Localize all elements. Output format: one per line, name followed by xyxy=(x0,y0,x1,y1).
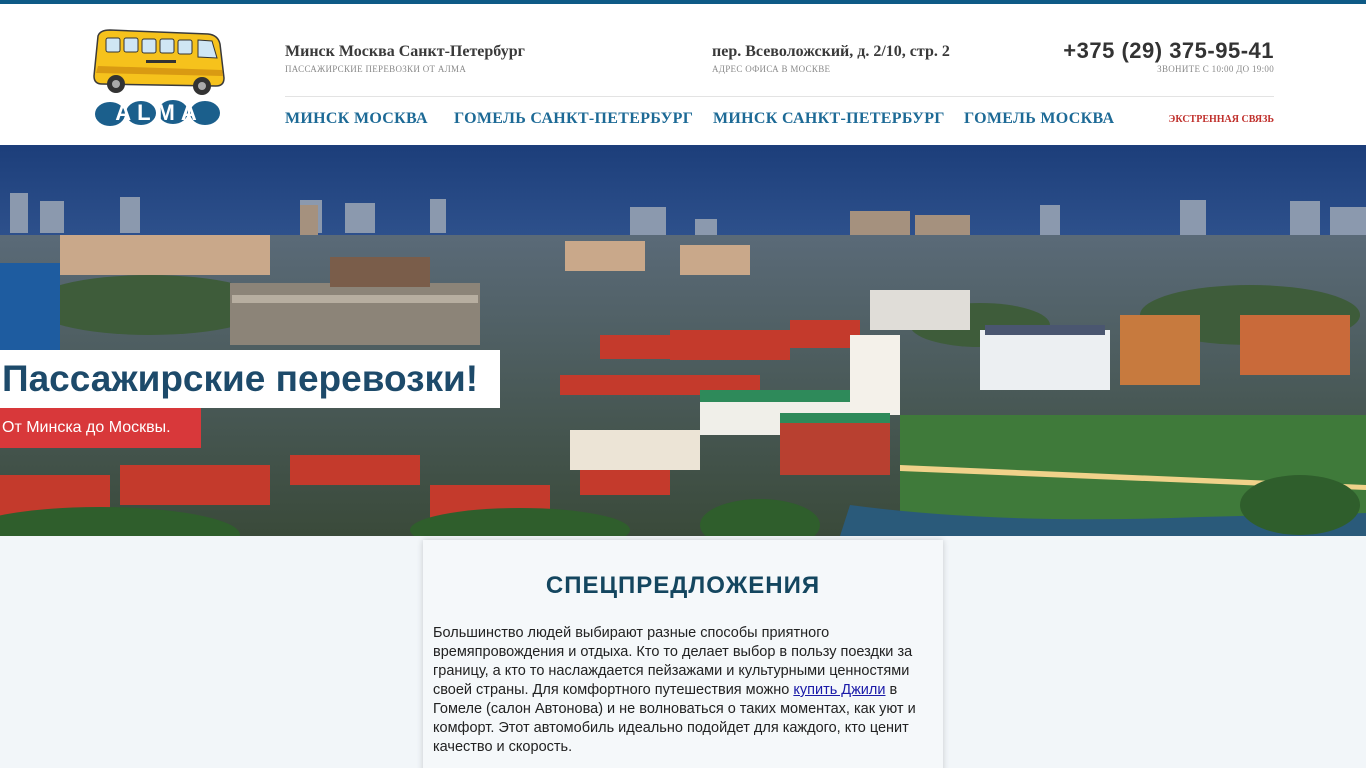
main-nav: МИНСК МОСКВА ГОМЕЛЬ САНКТ-ПЕТЕРБУРГ МИНС… xyxy=(285,110,1274,134)
hero-banner: Пассажирские перевозки! От Минска до Мос… xyxy=(0,145,1366,536)
phone-hours: ЗВОНИТЕ С 10:00 ДО 19:00 xyxy=(1157,64,1274,74)
special-offers-card: СПЕЦПРЕДЛОЖЕНИЯ Большинство людей выбира… xyxy=(423,540,943,768)
routes-info: Минск Москва Санкт-Петербург ПАССАЖИРСКИ… xyxy=(285,43,525,74)
hero-subtitle: От Минска до Москвы. xyxy=(0,408,201,448)
hero-title: Пассажирские перевозки! xyxy=(0,350,501,408)
routes-title: Минск Москва Санкт-Петербург xyxy=(285,43,525,60)
city-panorama-image xyxy=(0,145,1366,536)
nav-item-minsk-moscow[interactable]: МИНСК МОСКВА xyxy=(285,110,428,128)
address-text: пер. Всеволожский, д. 2/10, стр. 2 xyxy=(712,43,950,60)
section-title: СПЕЦПРЕДЛОЖЕНИЯ xyxy=(545,572,821,599)
nav-item-minsk-spb[interactable]: МИНСК САНКТ-ПЕТЕРБУРГ xyxy=(713,110,945,128)
logo-text: ALMA xyxy=(115,100,203,125)
emergency-contact-link[interactable]: ЭКСТРЕННАЯ СВЯЗЬ xyxy=(1169,114,1274,125)
address-subtitle: АДРЕС ОФИСА В МОСКВЕ xyxy=(712,64,831,74)
section-paragraph: Большинство людей выбирают разные способ… xyxy=(433,624,933,757)
nav-item-gomel-moscow[interactable]: ГОМЕЛЬ МОСКВА xyxy=(964,110,1114,128)
nav-item-gomel-spb[interactable]: ГОМЕЛЬ САНКТ-ПЕТЕРБУРГ xyxy=(454,110,693,128)
buy-geely-link[interactable]: купить Джили xyxy=(793,682,885,698)
site-header: ALMA Минск Москва Санкт-Петербург ПАССАЖ… xyxy=(0,4,1366,145)
phone-block: +375 (29) 375-95-41 ЗВОНИТЕ С 10:00 ДО 1… xyxy=(1063,38,1274,74)
routes-subtitle: ПАССАЖИРСКИЕ ПЕРЕВОЗКИ ОТ АЛМА xyxy=(285,64,467,74)
phone-number[interactable]: +375 (29) 375-95-41 xyxy=(1063,38,1274,64)
header-divider xyxy=(285,96,1274,97)
office-address: пер. Всеволожский, д. 2/10, стр. 2 АДРЕС… xyxy=(712,43,950,74)
alma-logo[interactable]: ALMA xyxy=(90,26,230,130)
